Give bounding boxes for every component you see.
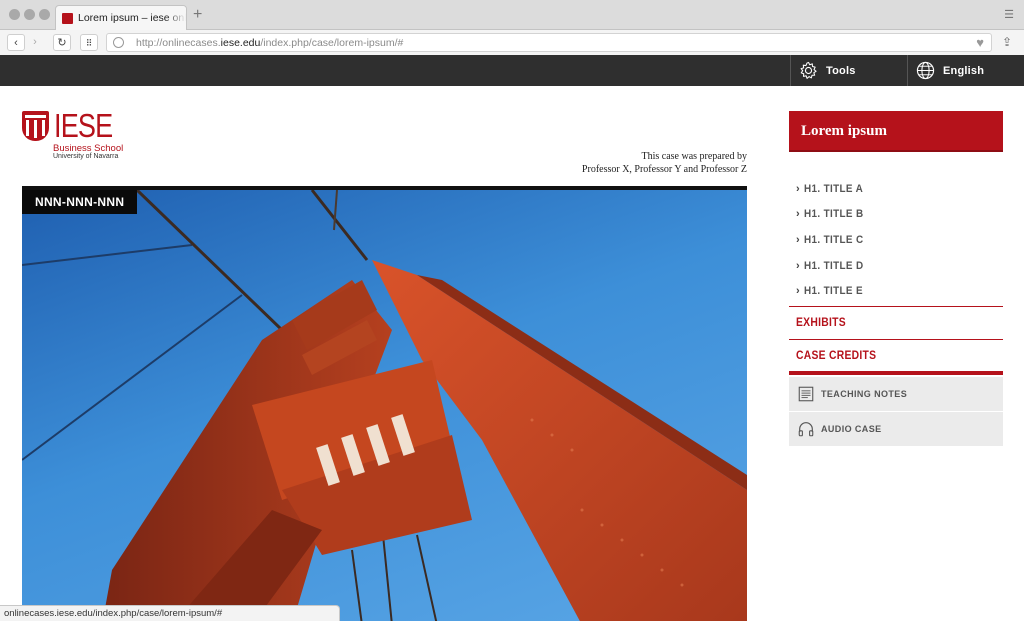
globe-icon <box>916 61 935 80</box>
apps-grid-icon[interactable]: ⠿ <box>80 34 98 51</box>
browser-chrome: Lorem ipsum – iese online case + ☰ ‹ › ↻… <box>0 0 1024 55</box>
case-authors: This case was prepared by Professor X, P… <box>500 150 747 176</box>
toc-item-title-c[interactable]: › H1. TITLE C <box>789 227 1003 253</box>
teaching-notes-button[interactable]: TEACHING NOTES <box>789 377 1003 411</box>
share-icon[interactable]: ⇪ <box>1002 35 1012 49</box>
language-label: English <box>943 64 985 77</box>
chevron-right-icon: › <box>796 285 801 298</box>
iese-favicon-icon <box>62 12 73 24</box>
teaching-notes-label: TEACHING NOTES <box>821 389 908 399</box>
chevron-right-icon: › <box>796 259 801 272</box>
toc-item-title-b[interactable]: › H1. TITLE B <box>789 202 1003 228</box>
window-minimize-button[interactable] <box>24 9 35 20</box>
case-title: Lorem ipsum <box>789 111 1003 152</box>
window-close-button[interactable] <box>9 9 20 20</box>
site-top-bar: Tools English <box>0 55 1024 86</box>
chevron-right-icon: › <box>796 233 801 246</box>
browser-tab-bar: Lorem ipsum – iese online case + ☰ <box>0 0 1024 30</box>
chevron-right-icon: › <box>796 182 801 195</box>
language-menu[interactable]: English <box>907 55 1024 86</box>
logo-name: IESE <box>54 107 113 144</box>
browser-status-bar: onlinecases.iese.edu/index.php/case/lore… <box>0 605 340 621</box>
address-text: http://onlinecases.iese.edu/index.php/ca… <box>136 36 404 49</box>
authors-list: Professor X, Professor Y and Professor Z <box>581 164 747 175</box>
back-icon[interactable]: ‹ <box>7 34 25 51</box>
new-tab-button[interactable]: + <box>193 6 202 24</box>
iese-shield-icon <box>22 111 49 141</box>
audio-case-label: AUDIO CASE <box>821 424 882 434</box>
document-icon <box>798 386 814 402</box>
case-code-badge: NNN-NNN-NNN <box>22 190 138 214</box>
reload-icon[interactable]: ↻ <box>53 34 71 51</box>
exhibits-link[interactable]: EXHIBITS <box>789 306 1003 338</box>
toc-item-title-d[interactable]: › H1. TITLE D <box>789 253 1003 279</box>
forward-icon[interactable]: › <box>26 34 44 51</box>
bookmark-heart-icon[interactable]: ♥ <box>976 35 984 50</box>
toc-item-title-e[interactable]: › H1. TITLE E <box>789 278 1003 304</box>
address-bar[interactable]: http://onlinecases.iese.edu/index.php/ca… <box>106 33 992 52</box>
site-globe-icon <box>113 37 124 48</box>
sidebar-divider <box>789 371 1003 375</box>
audio-case-button[interactable]: AUDIO CASE <box>789 412 1003 446</box>
headphones-icon <box>798 422 814 437</box>
tools-label: Tools <box>826 64 856 77</box>
toc-item-title-a[interactable]: › H1. TITLE A <box>789 176 1003 202</box>
case-cover-image <box>22 186 747 621</box>
case-credits-link[interactable]: CASE CREDITS <box>789 339 1003 371</box>
tools-menu[interactable]: Tools <box>790 55 907 86</box>
chevron-right-icon: › <box>796 208 801 221</box>
gear-icon <box>800 61 817 79</box>
window-zoom-button[interactable] <box>39 9 50 20</box>
tab-overview-icon[interactable]: ☰ <box>1004 8 1014 21</box>
bridge-tower-illustration <box>22 190 747 621</box>
browser-nav-bar: ‹ › ↻ ⠿ http://onlinecases.iese.edu/inde… <box>0 30 1024 55</box>
logo-university: University of Navarra <box>53 153 119 160</box>
iese-logo[interactable]: IESE Business School University of Navar… <box>22 107 123 165</box>
prepared-by-label: This case was prepared by <box>641 151 747 162</box>
table-of-contents: › H1. TITLE A › H1. TITLE B › H1. TITLE C ›… <box>789 176 1003 304</box>
browser-tab[interactable]: Lorem ipsum – iese online case <box>55 5 187 30</box>
